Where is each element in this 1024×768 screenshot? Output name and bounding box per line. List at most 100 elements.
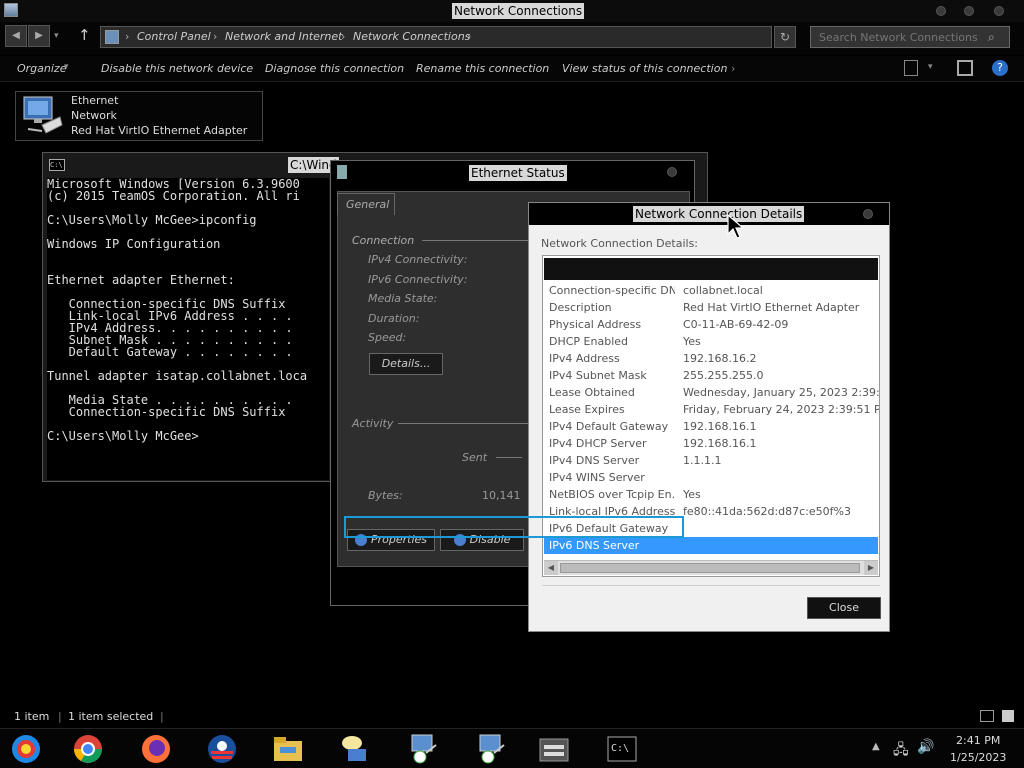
property-value: 255.255.255.0 xyxy=(683,369,764,382)
cmd-icon: C:\ xyxy=(49,159,65,171)
property-value: Friday, February 24, 2023 2:39:51 PM xyxy=(683,403,879,416)
connection-name: Ethernet xyxy=(71,94,119,107)
duration-label: Duration: xyxy=(368,312,420,325)
property-value: fe80::41da:562d:d87c:e50f%3 xyxy=(683,505,851,518)
bytes-sent-value: 10,141 xyxy=(482,489,521,502)
chevron-down-icon: ▾ xyxy=(64,62,69,72)
status-separator: | xyxy=(160,710,164,723)
minimize-button[interactable] xyxy=(936,6,946,16)
search-icon[interactable]: ⌕ xyxy=(988,30,995,45)
network-adapter-icon xyxy=(23,96,63,134)
breadcrumb-network-connections[interactable]: Network Connections xyxy=(353,30,470,43)
table-row[interactable]: IPv4 DHCP Server 192.168.16.1 xyxy=(544,435,878,452)
table-row[interactable]: IPv4 Address 192.168.16.2 xyxy=(544,350,878,367)
search-input[interactable] xyxy=(810,26,1010,48)
network-install-icon-2[interactable] xyxy=(474,733,506,765)
network-status-icon[interactable]: 🖧 xyxy=(893,739,909,763)
cmd-line: Tunnel adapter isatap.collabnet.loca xyxy=(47,369,308,383)
taskbar: C:\ ▲ 🖧 🔊 2:41 PM 1/25/2023 xyxy=(0,728,1024,768)
horizontal-scrollbar[interactable]: ◀ ▶ xyxy=(544,560,878,575)
property-name: Physical Address xyxy=(549,318,642,331)
ethernet-connection-item[interactable]: Ethernet Network Red Hat VirtIO Ethernet… xyxy=(15,91,263,141)
command-prompt-icon[interactable]: C:\ xyxy=(606,733,638,765)
breadcrumb-network-and-internet[interactable]: Network and Internet xyxy=(225,30,343,43)
forward-button[interactable]: ▶ xyxy=(28,25,50,47)
cmd-console[interactable]: Microsoft Windows [Version 6.3.9600 (c) 2… xyxy=(47,178,329,480)
cmd-line: C:\Users\Molly McGee>ipconfig xyxy=(47,213,257,227)
table-row[interactable]: IPv4 Default Gateway 192.168.16.1 xyxy=(544,418,878,435)
property-name: NetBIOS over Tcpip En... xyxy=(549,488,675,501)
file-explorer-icon[interactable] xyxy=(272,733,304,765)
table-row[interactable]: Physical Address C0-11-AB-69-42-09 xyxy=(544,316,878,333)
firefox-icon[interactable] xyxy=(140,733,172,765)
volume-icon[interactable]: 🔊 xyxy=(917,739,934,755)
show-hidden-icons-icon[interactable]: ▲ xyxy=(872,741,880,752)
chrome-icon[interactable] xyxy=(72,733,104,765)
table-row[interactable]: DHCP Enabled Yes xyxy=(544,333,878,350)
large-icons-view-icon[interactable] xyxy=(1002,710,1014,722)
obama-logo-icon[interactable] xyxy=(206,733,238,765)
view-options-icon[interactable] xyxy=(904,60,918,76)
start-button-icon[interactable] xyxy=(10,733,42,765)
table-row[interactable]: IPv4 DNS Server 1.1.1.1 xyxy=(544,452,878,469)
maximize-button[interactable] xyxy=(964,6,974,16)
help-icon[interactable]: ? xyxy=(992,60,1008,76)
details-button[interactable]: Details... xyxy=(369,353,443,375)
table-row[interactable]: Lease Obtained Wednesday, January 25, 202… xyxy=(544,384,879,401)
connection-details-window[interactable]: Network Connection Details Network Conne… xyxy=(528,202,890,632)
chevron-right-icon[interactable]: › xyxy=(467,30,471,43)
bytes-label: Bytes: xyxy=(368,489,403,502)
close-button[interactable] xyxy=(994,6,1004,16)
chevron-down-icon[interactable]: ▾ xyxy=(928,62,933,72)
preview-pane-icon[interactable] xyxy=(957,60,973,76)
property-value: collabnet.local xyxy=(683,284,763,297)
back-button[interactable]: ◀ xyxy=(5,25,27,47)
property-name: IPv4 Address xyxy=(549,352,620,365)
table-row[interactable]: IPv6 DNS Server xyxy=(544,537,878,554)
breadcrumb-control-panel[interactable]: Control Panel xyxy=(137,30,211,43)
property-name: Connection-specific DN... xyxy=(549,284,675,297)
details-close-button[interactable]: Close xyxy=(807,597,881,619)
tab-general[interactable]: General xyxy=(337,193,395,215)
address-bar[interactable]: › Control Panel › Network and Internet ›… xyxy=(100,26,772,48)
details-view-icon[interactable] xyxy=(980,710,994,722)
close-button[interactable] xyxy=(863,209,873,219)
disable-device-button[interactable]: Disable this network device xyxy=(101,62,253,75)
table-row[interactable]: IPv4 WINS Server xyxy=(544,469,878,486)
folder-icon[interactable] xyxy=(4,3,18,17)
table-row[interactable]: Lease Expires Friday, February 24, 2023 2… xyxy=(544,401,879,418)
scrollbar-thumb[interactable] xyxy=(560,563,860,573)
command-bar: Organize ▾ Disable this network device D… xyxy=(0,56,1024,82)
more-commands-icon[interactable]: › xyxy=(731,62,735,75)
network-install-icon[interactable] xyxy=(406,733,438,765)
control-panel-icon[interactable] xyxy=(538,733,570,765)
up-arrow-icon[interactable]: ↑ xyxy=(78,26,91,44)
organize-button[interactable]: Organize xyxy=(17,62,66,75)
property-value: Wednesday, January 25, 2023 2:39:51 P xyxy=(683,386,879,399)
table-row[interactable]: IPv4 Subnet Mask 255.255.255.0 xyxy=(544,367,878,384)
property-name: IPv4 Subnet Mask xyxy=(549,369,647,382)
scroll-left-icon[interactable]: ◀ xyxy=(544,561,558,575)
rename-button[interactable]: Rename this connection xyxy=(416,62,549,75)
close-button[interactable] xyxy=(667,167,677,177)
table-row[interactable]: NetBIOS over Tcpip En... Yes xyxy=(544,486,878,503)
property-name: IPv4 Default Gateway xyxy=(549,420,669,433)
cmd-line xyxy=(47,250,329,262)
table-row[interactable]: Connection-specific DN... collabnet.local xyxy=(544,282,878,299)
diagnose-button[interactable]: Diagnose this connection xyxy=(265,62,404,75)
cmd-output: Microsoft Windows [Version 6.3.9600 (c) 2… xyxy=(47,178,329,442)
clock-time[interactable]: 2:41 PM xyxy=(956,734,1000,747)
property-name: DHCP Enabled xyxy=(549,335,629,348)
details-list-header[interactable] xyxy=(544,258,878,280)
remote-desktop-icon[interactable] xyxy=(338,733,370,765)
property-value: Yes xyxy=(683,488,701,501)
table-row[interactable]: Description Red Hat VirtIO Ethernet Adapt… xyxy=(544,299,878,316)
refresh-button[interactable]: ↻ xyxy=(774,26,796,48)
ethernet-status-title: Ethernet Status xyxy=(469,165,567,181)
recent-dropdown-icon[interactable]: ▾ xyxy=(54,31,59,41)
clock-date[interactable]: 1/25/2023 xyxy=(950,751,1006,764)
divider xyxy=(496,457,522,458)
media-state-label: Media State: xyxy=(368,292,438,305)
scroll-right-icon[interactable]: ▶ xyxy=(864,561,878,575)
view-status-button[interactable]: View status of this connection xyxy=(562,62,727,75)
